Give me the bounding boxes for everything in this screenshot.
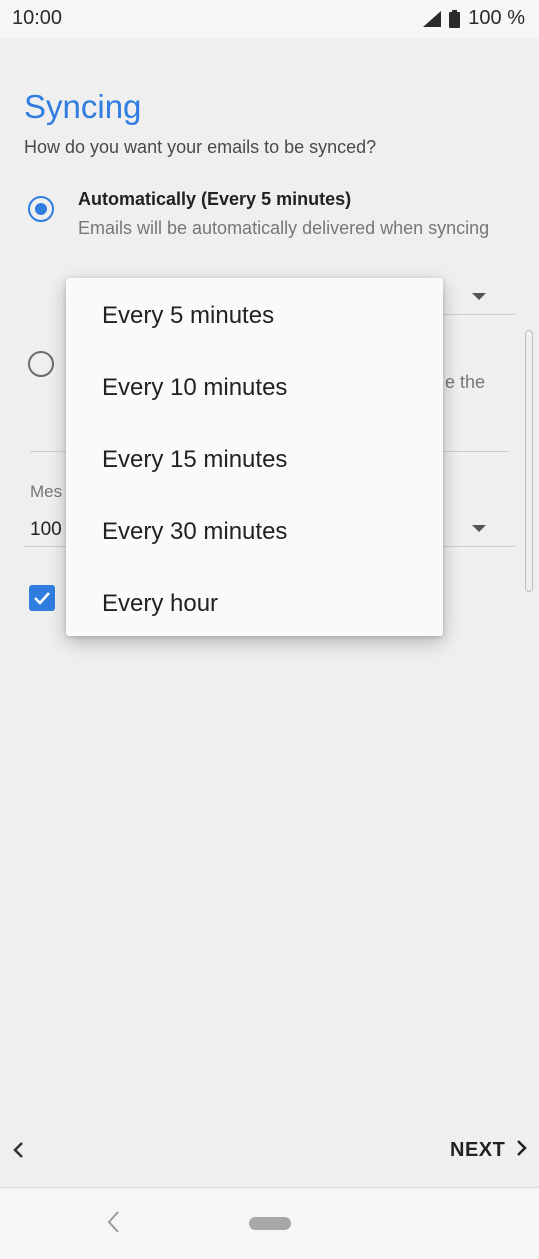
option-automatic-title[interactable]: Automatically (Every 5 minutes) bbox=[78, 189, 351, 210]
status-time: 10:00 bbox=[12, 7, 63, 29]
messages-value[interactable]: 100 bbox=[30, 519, 62, 541]
radio-manual[interactable] bbox=[28, 351, 54, 377]
status-bar: 10:00 100 % bbox=[0, 0, 539, 38]
radio-automatic[interactable] bbox=[28, 196, 54, 222]
status-indicators: 100 % bbox=[423, 7, 525, 30]
sync-frequency-menu: Every 5 minutes Every 10 minutes Every 1… bbox=[66, 278, 443, 636]
nav-back-icon[interactable] bbox=[105, 1210, 121, 1239]
menu-item-every-10-minutes[interactable]: Every 10 minutes bbox=[66, 352, 443, 424]
signal-icon bbox=[423, 10, 442, 27]
next-button[interactable]: NEXT bbox=[450, 1138, 529, 1163]
page-title: Syncing bbox=[24, 88, 142, 125]
sync-checkbox[interactable] bbox=[29, 585, 55, 611]
nav-home-icon[interactable] bbox=[249, 1217, 291, 1230]
battery-icon bbox=[449, 9, 461, 28]
scrollbar[interactable] bbox=[525, 330, 533, 592]
menu-item-every-30-minutes[interactable]: Every 30 minutes bbox=[66, 496, 443, 568]
chevron-right-icon bbox=[515, 1138, 529, 1163]
next-label: NEXT bbox=[450, 1139, 506, 1161]
messages-dropdown-arrow-icon[interactable] bbox=[472, 525, 486, 532]
radio-selected-dot bbox=[34, 202, 47, 215]
menu-item-every-hour[interactable]: Every hour bbox=[66, 568, 443, 640]
messages-label: Mes bbox=[30, 482, 63, 501]
system-navigation-bar bbox=[0, 1187, 539, 1259]
check-icon bbox=[34, 592, 50, 605]
menu-item-every-5-minutes[interactable]: Every 5 minutes bbox=[66, 280, 443, 352]
menu-item-every-15-minutes[interactable]: Every 15 minutes bbox=[66, 424, 443, 496]
back-chevron-icon[interactable] bbox=[10, 1140, 26, 1165]
battery-level: 100 % bbox=[468, 7, 525, 29]
frequency-dropdown-arrow-icon[interactable] bbox=[472, 293, 486, 300]
page-subtitle: How do you want your emails to be synced… bbox=[24, 137, 377, 157]
option-automatic-description: Emails will be automatically delivered w… bbox=[78, 218, 490, 238]
option-manual-description: e the bbox=[445, 372, 486, 392]
